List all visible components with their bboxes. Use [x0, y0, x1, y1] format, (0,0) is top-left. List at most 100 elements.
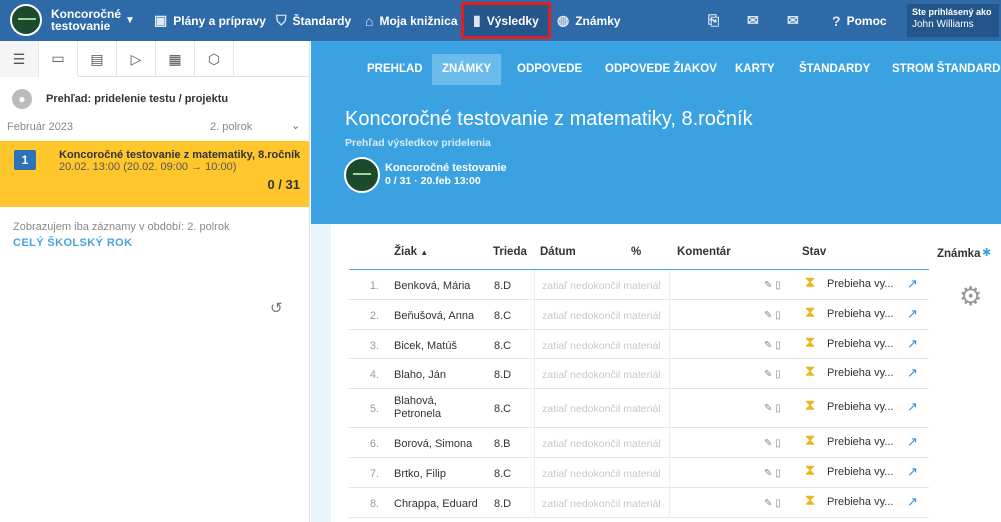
column-percent[interactable]: %	[631, 246, 641, 258]
tab-answers[interactable]: ODPOVEDE	[507, 54, 592, 85]
date-value: zatiaľ nedokončil materiál	[542, 340, 661, 352]
column-status[interactable]: Stav	[802, 246, 826, 258]
row-number: 6.	[369, 438, 379, 450]
student-name[interactable]: Blahová, Petronela	[394, 395, 474, 421]
left-panel-tabs: ☰ ▭ ▤ ▷ ▦ ⬡	[0, 41, 309, 77]
table-row[interactable]: 8. Chrappa, Eduard 8.D zatiaľ nedokončil…	[349, 488, 929, 518]
external-link-icon[interactable]: ↗	[907, 365, 918, 381]
external-link-icon[interactable]: ↗	[907, 434, 918, 450]
table-row[interactable]: 4. Blaho, Ján 8.D zatiaľ nedokončil mate…	[349, 359, 929, 389]
table-row[interactable]: 2. Beňušová, Anna 8.C zatiaľ nedokončil …	[349, 300, 929, 330]
row-number: 8.	[369, 498, 379, 510]
tab-grades[interactable]: ZNÁMKY	[432, 54, 502, 85]
date-value: zatiaľ nedokončil materiál	[542, 280, 661, 292]
test-tab-icon[interactable]: ▦	[156, 41, 195, 77]
student-name[interactable]: Blaho, Ján	[394, 369, 446, 382]
student-name[interactable]: Brtko, Filip	[394, 468, 446, 481]
gear-icon[interactable]: ✱	[982, 246, 991, 259]
table-row[interactable]: 1. Benková, Mária 8.D zatiaľ nedokončil …	[349, 270, 929, 300]
tab-student-answers[interactable]: ODPOVEDE ŽIAKOV	[595, 54, 727, 85]
nav-standards-label: Štandardy	[292, 13, 352, 28]
comment-edit-icon[interactable]: ✎ ▯	[764, 468, 781, 479]
student-name[interactable]: Beňušová, Anna	[394, 310, 474, 323]
cast-button[interactable]: ⎘	[708, 0, 725, 41]
whole-year-link[interactable]: CELÝ ŠKOLSKÝ ROK	[13, 237, 132, 249]
comment-edit-icon[interactable]: ✎ ▯	[764, 340, 781, 351]
tab-standards[interactable]: ŠTANDARDY	[789, 54, 880, 85]
briefcase-icon: ▣	[154, 12, 168, 28]
student-name[interactable]: Chrappa, Eduard	[394, 498, 478, 511]
comment-edit-icon[interactable]: ✎ ▯	[764, 498, 781, 509]
overview-title: Prehľad: pridelenie testu / projektu	[46, 93, 229, 105]
comment-edit-icon[interactable]: ✎ ▯	[764, 438, 781, 449]
student-class: 8.D	[494, 369, 512, 381]
row-number: 1.	[369, 280, 379, 292]
date-value: zatiaľ nedokončil materiál	[542, 369, 661, 381]
assignment-card[interactable]: 1 Koncoročné testovanie z matematiky, 8.…	[0, 141, 309, 207]
external-link-icon[interactable]: ↗	[907, 494, 918, 510]
status-text: Prebieha vy...	[827, 338, 894, 350]
user-name: John Williams	[912, 19, 974, 30]
nav-standards[interactable]: ⛉ Štandardy	[276, 0, 351, 41]
tab-cards[interactable]: KARTY	[725, 54, 785, 85]
nav-plans[interactable]: ▣ Plány a prípravy	[154, 0, 266, 41]
tab-overview[interactable]: PREHĽAD	[357, 54, 433, 85]
nav-plans-label: Plány a prípravy	[173, 13, 266, 28]
table-row[interactable]: 7. Brtko, Filip 8.C zatiaľ nedokončil ma…	[349, 458, 929, 488]
student-name[interactable]: Bicek, Matúš	[394, 340, 457, 353]
column-class[interactable]: Trieda	[493, 246, 527, 258]
column-comment[interactable]: Komentár	[677, 246, 731, 258]
mail-button[interactable]: ✉	[787, 0, 805, 41]
comment-edit-icon[interactable]: ✎ ▯	[764, 403, 781, 414]
external-link-icon[interactable]: ↗	[907, 464, 918, 480]
column-grade[interactable]: Známka	[937, 248, 980, 260]
top-navigation-bar: Koncoročné testovanie ▼ ▣ Plány a prípra…	[0, 0, 1001, 41]
user-menu[interactable]: Ste prihlásený ako John Williams	[907, 4, 999, 37]
history-icon[interactable]: ↺	[270, 299, 283, 317]
cube-tab-icon[interactable]: ⬡	[195, 41, 234, 77]
nav-grades-label: Známky	[575, 13, 621, 28]
backpack-tab-icon[interactable]: ▤	[78, 41, 117, 77]
brand-switcher[interactable]: Koncoročné testovanie ▼	[10, 4, 135, 36]
comment-edit-icon[interactable]: ✎ ▯	[764, 280, 781, 291]
external-link-icon[interactable]: ↗	[907, 336, 918, 352]
table-row[interactable]: 3. Bicek, Matúš 8.C zatiaľ nedokončil ma…	[349, 330, 929, 359]
table-row[interactable]: 6. Borová, Simona 8.B zatiaľ nedokončil …	[349, 428, 929, 458]
period-selector[interactable]: Február 2023 2. polrok ⌄	[7, 120, 305, 133]
nav-results[interactable]: ▮ Výsledky	[461, 2, 551, 39]
nav-library-label: Moja knižnica	[379, 13, 458, 28]
assignments-tab-icon[interactable]: ▭	[39, 41, 78, 77]
messages-button[interactable]: ✉	[747, 0, 765, 41]
nav-results-label: Výsledky	[486, 13, 539, 28]
settings-circle-icon: ●	[12, 89, 32, 109]
column-student[interactable]: Žiak ▲	[394, 246, 428, 258]
student-class: 8.C	[494, 310, 512, 322]
overview-header[interactable]: ● Prehľad: pridelenie testu / projektu	[12, 89, 228, 109]
external-link-icon[interactable]: ↗	[907, 306, 918, 322]
hourglass-icon: ⧗	[804, 462, 816, 479]
hourglass-icon: ⧗	[804, 274, 816, 291]
help-button[interactable]: ? Pomoc	[832, 0, 887, 41]
row-number: 3.	[369, 340, 379, 352]
student-name[interactable]: Benková, Mária	[394, 280, 470, 293]
external-link-icon[interactable]: ↗	[907, 276, 918, 292]
comment-edit-icon[interactable]: ✎ ▯	[764, 369, 781, 380]
external-link-icon[interactable]: ↗	[907, 399, 918, 415]
status-text: Prebieha vy...	[827, 278, 894, 290]
nav-grades[interactable]: ◍ Známky	[557, 0, 621, 41]
row-number: 4.	[369, 369, 379, 381]
status-text: Prebieha vy...	[827, 401, 894, 413]
student-class: 8.C	[494, 403, 512, 415]
nav-library[interactable]: ⌂ Moja knižnica	[365, 0, 458, 41]
comment-edit-icon[interactable]: ✎ ▯	[764, 310, 781, 321]
tab-standards-tree[interactable]: STROM ŠTANDARDOV	[882, 54, 1001, 85]
video-tab-icon[interactable]: ▷	[117, 41, 156, 77]
column-date[interactable]: Dátum	[540, 246, 576, 258]
gear-icon[interactable]: ⚙	[959, 281, 982, 312]
student-name[interactable]: Borová, Simona	[394, 438, 472, 451]
row-number: 5.	[369, 403, 379, 415]
table-row[interactable]: 5. Blahová, Petronela 8.C zatiaľ nedokon…	[349, 389, 929, 428]
main-content: PREHĽAD ZNÁMKY ODPOVEDE ODPOVEDE ŽIAKOV …	[311, 41, 1001, 522]
menu-icon[interactable]: ☰	[0, 41, 39, 77]
column-student-label: Žiak	[394, 246, 418, 258]
